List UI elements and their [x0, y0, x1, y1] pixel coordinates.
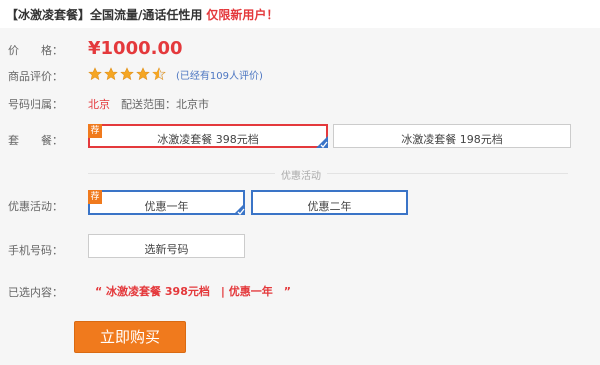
phone-label: 手机号码： — [8, 244, 63, 257]
discount-option-label: 优惠一年 — [144, 200, 189, 213]
star-icon — [104, 67, 118, 81]
package-option-398[interactable]: 荐 冰激凌套餐 398元档 — [88, 124, 328, 148]
product-title: 【冰激凌套餐】全国流量/通话任性用 仅限新用户！ — [6, 6, 278, 23]
package-label: 套 餐： — [8, 134, 63, 147]
selected-summary: “ 冰激凌套餐 398元档 | 优惠一年 ” — [95, 285, 291, 298]
discount-option-one-year[interactable]: 荐 优惠一年 — [88, 190, 245, 215]
star-icon — [120, 67, 134, 81]
rating-count-link[interactable]: (已经有109人评价) — [176, 67, 263, 82]
title-bar: 【冰激凌套餐】全国流量/通话任性用 仅限新用户！ — [0, 0, 600, 24]
rating-label: 商品评价： — [8, 70, 63, 83]
delivery-range: 配送范围：北京市 — [121, 98, 209, 111]
choose-number-label: 选新号码 — [144, 243, 189, 256]
buy-now-button[interactable]: 立即购买 — [74, 321, 186, 353]
check-corner-icon — [316, 136, 328, 148]
selected-label: 已选内容： — [8, 286, 63, 299]
package-option-198[interactable]: 冰激凌套餐 198元档 — [333, 124, 571, 148]
discount-label: 优惠活动： — [8, 200, 63, 213]
choose-number-button[interactable]: 选新号码 — [88, 234, 245, 258]
discount-option-two-year[interactable]: 优惠二年 — [251, 190, 408, 215]
star-icon — [88, 67, 102, 81]
promo-text: 仅限新用户！ — [206, 8, 279, 22]
price-label: 价 格： — [8, 44, 63, 57]
product-panel: 价 格： ¥1000.00 商品评价： (已经有109人评价) 号码归属： 北京… — [0, 28, 600, 365]
check-corner-icon — [233, 203, 245, 215]
location-city[interactable]: 北京 — [88, 96, 110, 112]
discount-option-label: 优惠二年 — [307, 200, 352, 213]
half-star-icon — [152, 67, 166, 81]
product-title-text: 【冰激凌套餐】全国流量/通话任性用 — [6, 8, 203, 22]
star-icon — [136, 67, 150, 81]
section-divider — [88, 173, 568, 174]
location-label: 号码归属： — [8, 98, 63, 111]
price-value: ¥1000.00 — [88, 38, 183, 59]
package-option-label: 冰激凌套餐 398元档 — [157, 133, 259, 146]
package-option-label: 冰激凌套餐 198元档 — [401, 133, 503, 146]
divider-label: 优惠活动 — [275, 167, 327, 182]
